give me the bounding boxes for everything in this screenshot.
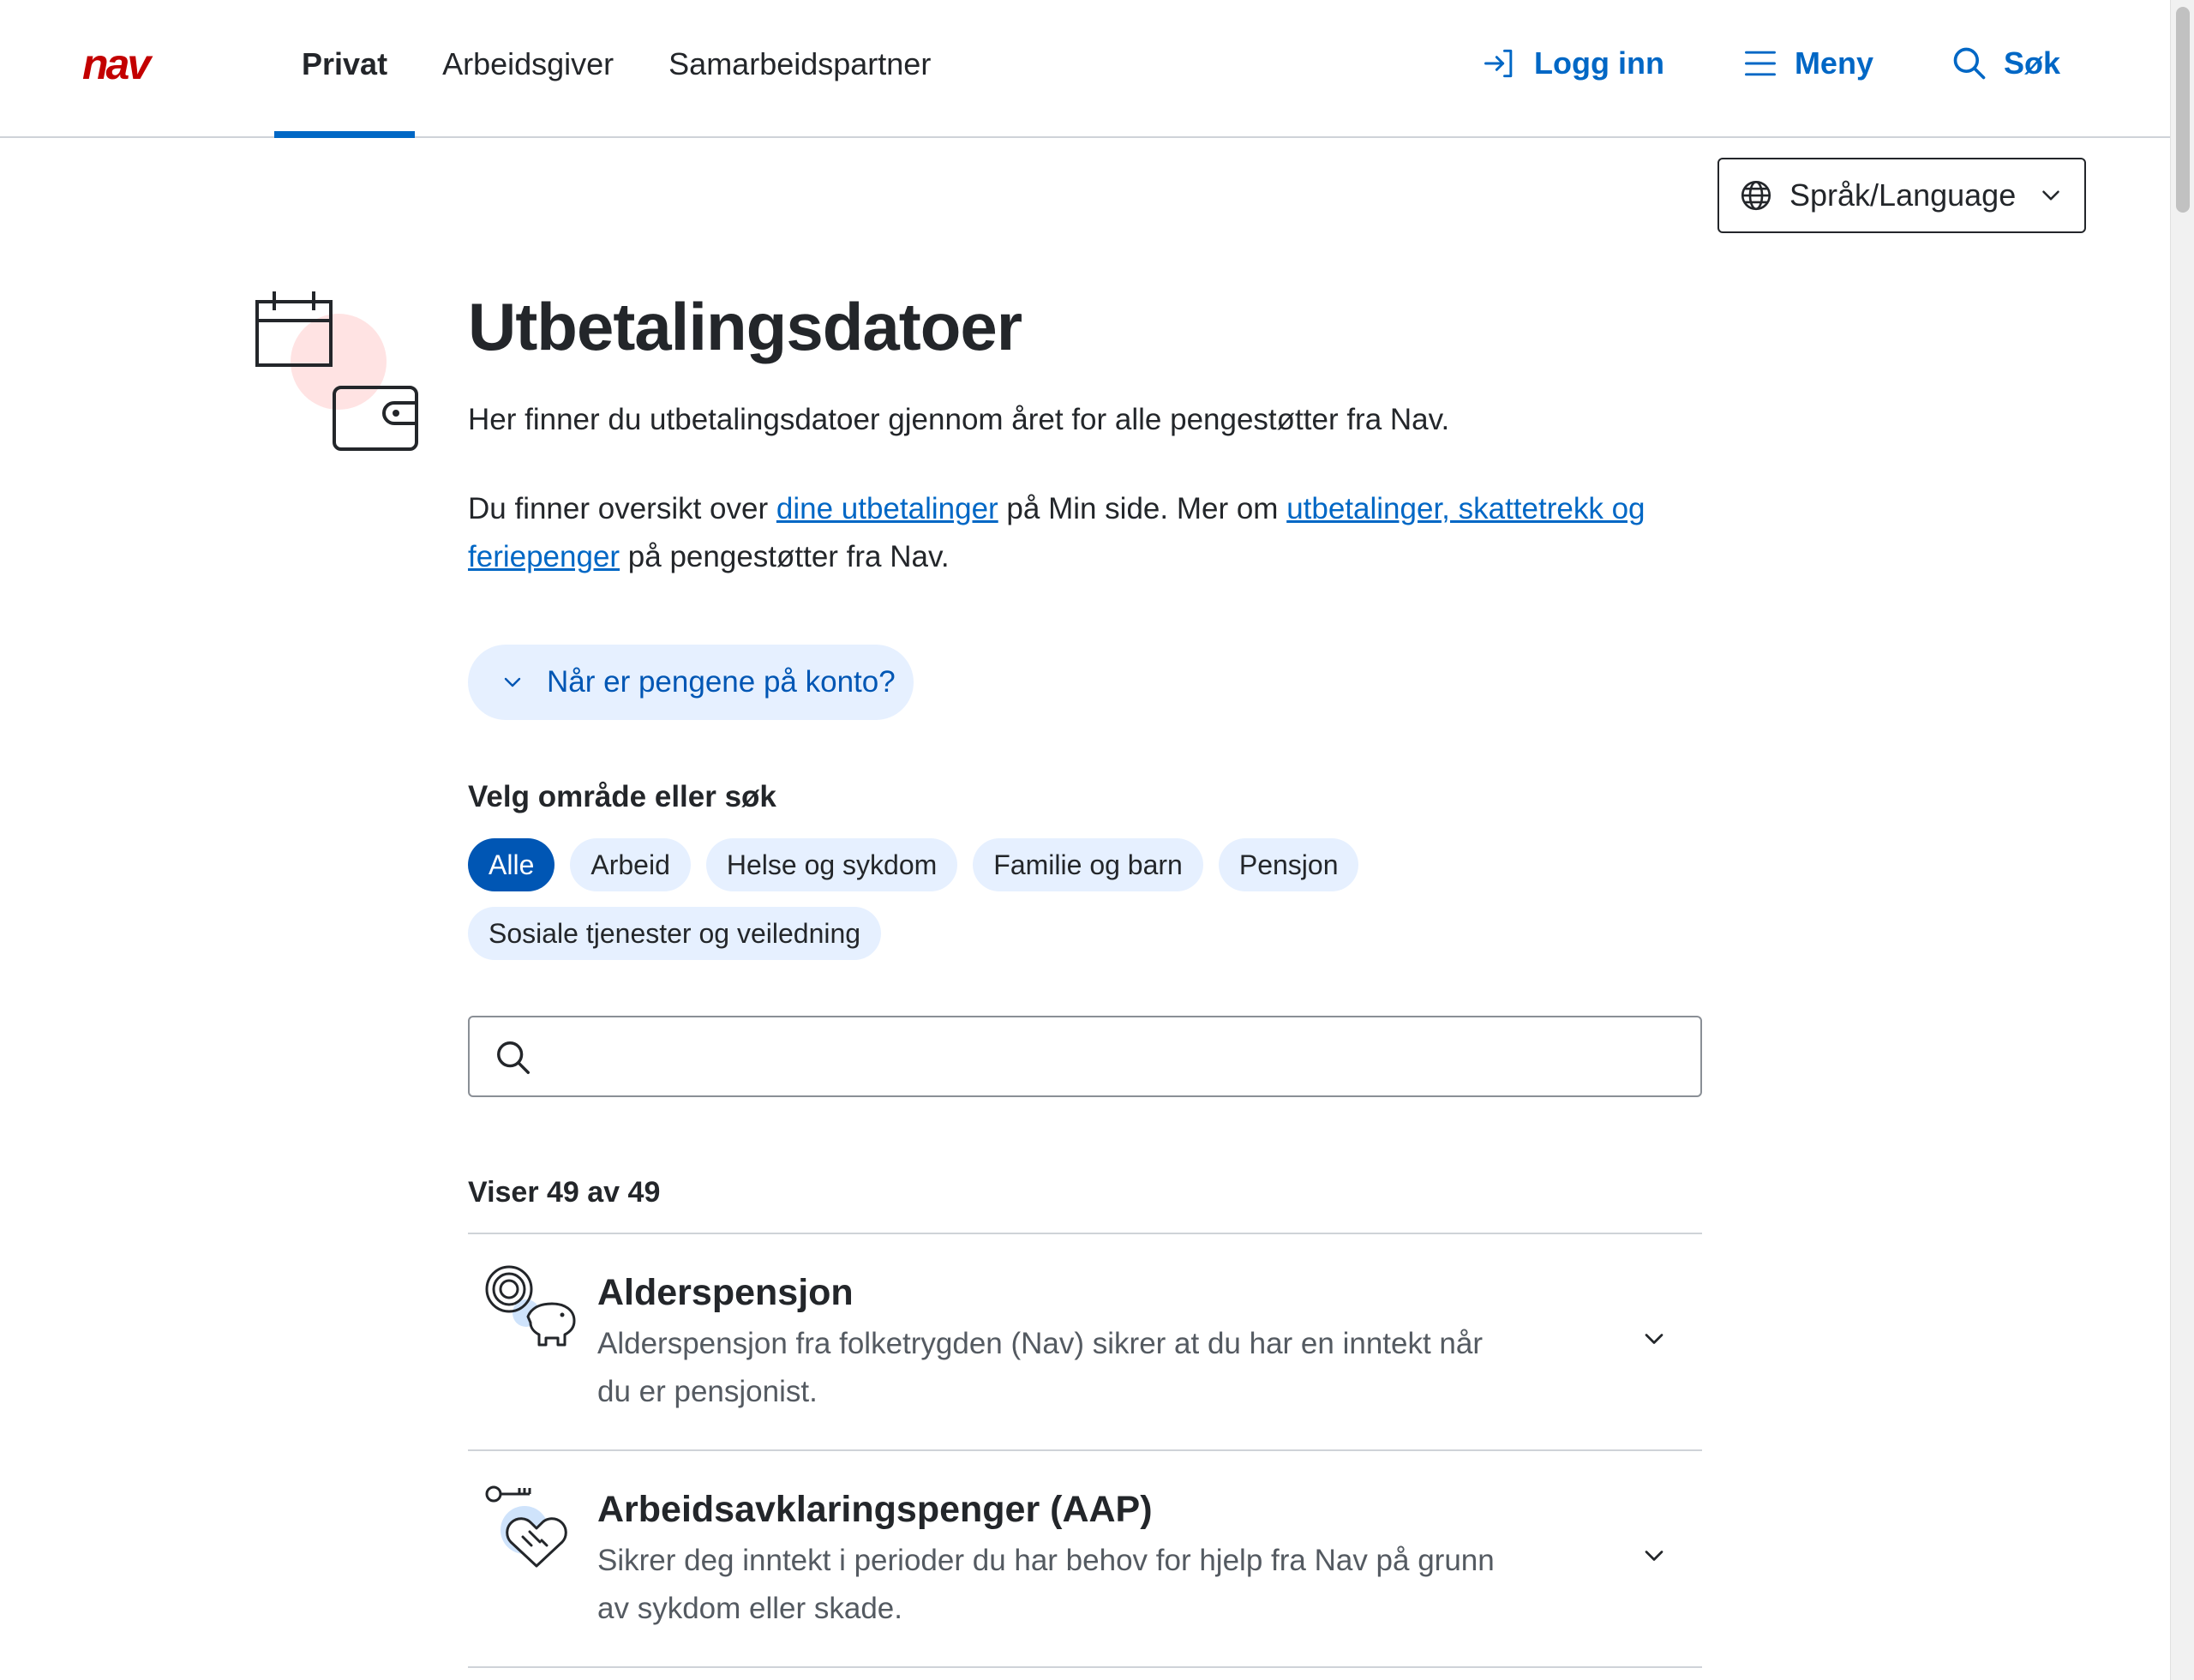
filter-chips: Alle Arbeid Helse og sykdom Familie og b… xyxy=(468,838,1411,960)
chevron-down-icon xyxy=(1645,1551,1663,1561)
result-description: Sikrer deg inntekt i perioder du har beh… xyxy=(597,1544,1495,1625)
language-select[interactable]: Språk/Language xyxy=(1717,158,2086,233)
calendar-wallet-icon xyxy=(255,291,418,451)
nav-logo[interactable]: nav xyxy=(82,45,194,86)
list-item[interactable]: Alderspensjon Alderspensjon fra folketry… xyxy=(468,1234,1702,1451)
audience-tabs: Privat Arbeidsgiver Samarbeidspartner xyxy=(274,0,958,138)
globe-icon xyxy=(1741,180,1771,211)
tab-arbeidsgiver[interactable]: Arbeidsgiver xyxy=(415,0,641,136)
list-item[interactable]: Arbeidsavklaringspenger (AAP) Sikrer deg… xyxy=(468,1451,1702,1668)
chevron-down-icon xyxy=(504,677,521,687)
header-actions: Logg inn Meny Søk xyxy=(1481,45,2060,82)
svg-text:nav: nav xyxy=(82,45,153,86)
chip-sosiale-tjenester[interactable]: Sosiale tjenester og veiledning xyxy=(468,907,882,960)
page-intro: Her finner du utbetalingsdatoer gjennom … xyxy=(468,403,1450,436)
piggy-bank-icon xyxy=(485,1265,576,1347)
expand-when-paid-button[interactable]: Når er pengene på konto? xyxy=(468,645,914,720)
info-paragraph: Du finner oversikt over dine utbetalinge… xyxy=(468,492,1646,573)
menu-button[interactable]: Meny xyxy=(1741,45,1873,82)
search-icon xyxy=(1953,47,1986,80)
result-title: Arbeidsavklaringspenger (AAP) xyxy=(597,1489,1153,1530)
chip-familie-og-barn[interactable]: Familie og barn xyxy=(973,838,1203,891)
page-title: Utbetalingsdatoer xyxy=(468,289,1022,364)
chip-helse-og-sykdom[interactable]: Helse og sykdom xyxy=(705,838,958,891)
hamburger-icon xyxy=(1744,51,1776,76)
filter-label: Velg område eller søk xyxy=(468,780,776,813)
chip-alle[interactable]: Alle xyxy=(468,838,555,891)
chip-pensjon[interactable]: Pensjon xyxy=(1218,838,1359,891)
login-button[interactable]: Logg inn xyxy=(1481,45,1664,82)
chevron-down-icon xyxy=(2042,190,2059,201)
search-icon xyxy=(497,1041,530,1074)
scrollbar-thumb[interactable] xyxy=(2176,7,2190,213)
scrollbar[interactable] xyxy=(2170,0,2194,1680)
tab-privat[interactable]: Privat xyxy=(274,0,416,138)
search-button[interactable]: Søk xyxy=(1951,45,2060,82)
tab-samarbeidspartner[interactable]: Samarbeidspartner xyxy=(641,0,958,136)
login-icon xyxy=(1484,49,1513,78)
result-description: Alderspensjon fra folketrygden (Nav) sik… xyxy=(597,1327,1484,1408)
site-header: nav Privat Arbeidsgiver Samarbeidspartne… xyxy=(0,0,2170,138)
chevron-down-icon xyxy=(1645,1334,1663,1344)
search-input[interactable] xyxy=(555,1026,1683,1088)
result-title: Alderspensjon xyxy=(597,1272,854,1313)
key-heart-icon xyxy=(485,1485,567,1568)
search-field xyxy=(468,1016,1702,1097)
link-dine-utbetalinger[interactable]: dine utbetalinger xyxy=(776,492,998,525)
chip-arbeid[interactable]: Arbeid xyxy=(570,838,691,891)
result-count: Viser 49 av 49 xyxy=(468,1176,661,1209)
result-list: Alderspensjon Alderspensjon fra folketry… xyxy=(468,1233,1702,1668)
